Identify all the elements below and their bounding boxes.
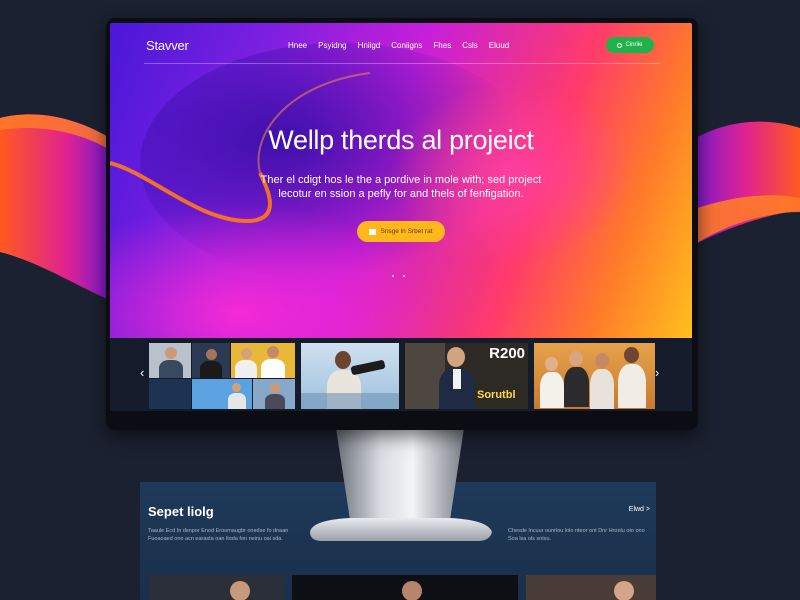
- section-description-left: Taaule Ecd In dsnpor Enod Eroomaugbr one…: [148, 528, 289, 542]
- gallery-image-presenter[interactable]: R200 Sorutbl: [405, 343, 528, 409]
- gallery-image-collage[interactable]: [149, 343, 295, 409]
- gallery-next-arrow[interactable]: ›: [655, 366, 659, 379]
- hero-cta-button[interactable]: Snsge ln Srbet rat: [357, 221, 445, 242]
- gallery-sign-text: R200: [489, 345, 525, 362]
- nav-link[interactable]: Fhes: [433, 41, 451, 50]
- nav-link[interactable]: Coniigns: [391, 41, 422, 50]
- image-gallery: ‹ › R200 Sorutbl: [110, 338, 692, 411]
- main-navigation: Hnee Psyidng Hniigd Coniigns Fhes Csls E…: [288, 41, 509, 50]
- gallery-neon-text: Sorutbl: [477, 389, 516, 401]
- section-link[interactable]: Elwd >: [629, 506, 650, 513]
- carousel-dot[interactable]: [403, 275, 405, 277]
- hero-cta-label: Snsge ln Srbet rat: [380, 228, 433, 235]
- nav-link[interactable]: Hniigd: [358, 41, 381, 50]
- section-description-right: Chesde lncuur ounrlou lolo nteor ont Dnr…: [508, 528, 645, 542]
- website-screen: Stavver Hnee Psyidng Hniigd Coniigns Fhe…: [110, 23, 692, 411]
- nav-divider: [144, 63, 660, 64]
- gallery-image-binoculars[interactable]: [301, 343, 399, 409]
- carousel-dot[interactable]: [392, 275, 394, 277]
- background-photo: [526, 575, 656, 600]
- hero-subtitle: Ther el cdigt hos le the a pordive in mo…: [260, 174, 542, 200]
- gallery-image-group[interactable]: [534, 343, 655, 409]
- background-photo: [292, 575, 518, 600]
- carousel-dots[interactable]: [392, 275, 405, 277]
- message-icon: [369, 228, 377, 235]
- nav-link-home[interactable]: Hnee: [288, 41, 307, 50]
- nav-cta-button[interactable]: Cinrile: [606, 37, 654, 53]
- gallery-prev-arrow[interactable]: ‹: [140, 366, 144, 379]
- monitor-stand: [310, 428, 492, 541]
- nav-link[interactable]: Csls: [462, 41, 478, 50]
- nav-cta-label: Cinrile: [625, 42, 643, 48]
- nav-link[interactable]: Eluud: [489, 41, 509, 50]
- site-logo[interactable]: Stavver: [146, 38, 189, 53]
- circle-icon: [617, 42, 623, 48]
- nav-link[interactable]: Psyidng: [318, 41, 346, 50]
- section-title: Sepet liolg: [148, 504, 214, 519]
- background-photo: [150, 575, 284, 600]
- hero-title: Wellp therds al projeict: [268, 125, 534, 155]
